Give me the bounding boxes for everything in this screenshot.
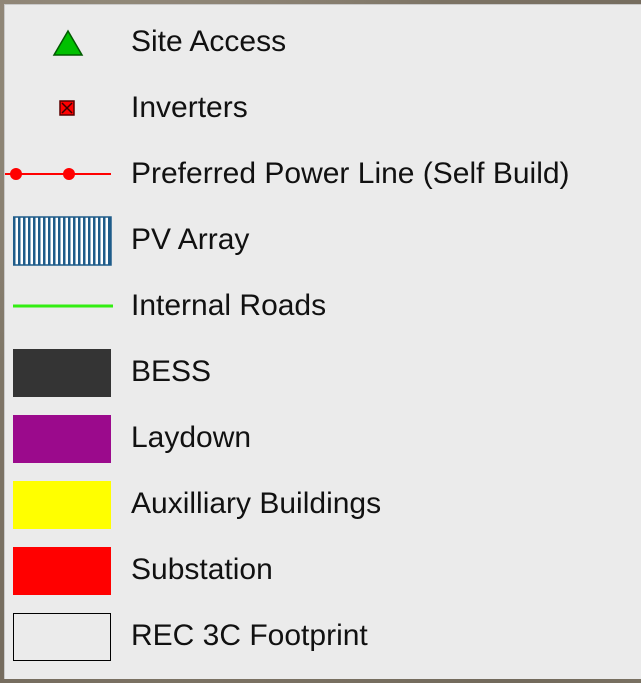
legend-item-substation: Substation	[5, 537, 641, 603]
bess-swatch	[13, 349, 111, 397]
legend-label-internal-roads: Internal Roads	[131, 289, 327, 322]
legend-label-substation: Substation	[131, 553, 273, 586]
auxilliary-buildings-swatch	[13, 481, 111, 529]
pv-array-symbol	[12, 207, 117, 273]
green-line-icon	[13, 304, 113, 308]
legend-label-auxilliary-buildings: Auxilliary Buildings	[131, 487, 382, 520]
red-square-x-icon	[59, 100, 75, 116]
site-access-symbol	[13, 9, 117, 75]
legend-item-rec-footprint: REC 3C Footprint	[5, 603, 641, 669]
legend-label-power-line: Preferred Power Line (Self Build)	[131, 157, 570, 190]
rec-footprint-outline	[13, 613, 111, 661]
legend-item-internal-roads: Internal Roads	[5, 273, 641, 339]
legend-label-rec-footprint: REC 3C Footprint	[131, 619, 368, 652]
substation-symbol	[13, 537, 117, 603]
legend-item-auxilliary-buildings: Auxilliary Buildings	[5, 471, 641, 537]
inverters-symbol	[13, 75, 117, 141]
legend-label-site-access: Site Access	[131, 25, 287, 58]
power-line-symbol	[5, 141, 111, 207]
bess-symbol	[13, 339, 117, 405]
laydown-symbol	[13, 405, 117, 471]
rec-footprint-symbol	[13, 603, 117, 669]
legend-label-bess: BESS	[131, 355, 212, 388]
map-legend: Site Access Inverters Preferred Power Li…	[4, 4, 641, 679]
blue-hatch-icon	[12, 216, 112, 266]
red-line-dots-icon	[5, 168, 111, 180]
legend-item-bess: BESS	[5, 339, 641, 405]
green-triangle-icon	[52, 29, 84, 56]
substation-swatch	[13, 547, 111, 595]
internal-roads-symbol	[13, 273, 117, 339]
legend-item-laydown: Laydown	[5, 405, 641, 471]
legend-item-site-access: Site Access	[5, 9, 641, 75]
legend-label-inverters: Inverters	[131, 91, 248, 124]
legend-label-pv-array: PV Array	[131, 223, 250, 256]
legend-label-laydown: Laydown	[131, 421, 252, 454]
laydown-swatch	[13, 415, 111, 463]
legend-item-inverters: Inverters	[5, 75, 641, 141]
legend-item-pv-array: PV Array	[5, 207, 641, 273]
legend-item-power-line: Preferred Power Line (Self Build)	[5, 141, 641, 207]
auxilliary-buildings-symbol	[13, 471, 117, 537]
map-background: Site Access Inverters Preferred Power Li…	[0, 0, 641, 683]
